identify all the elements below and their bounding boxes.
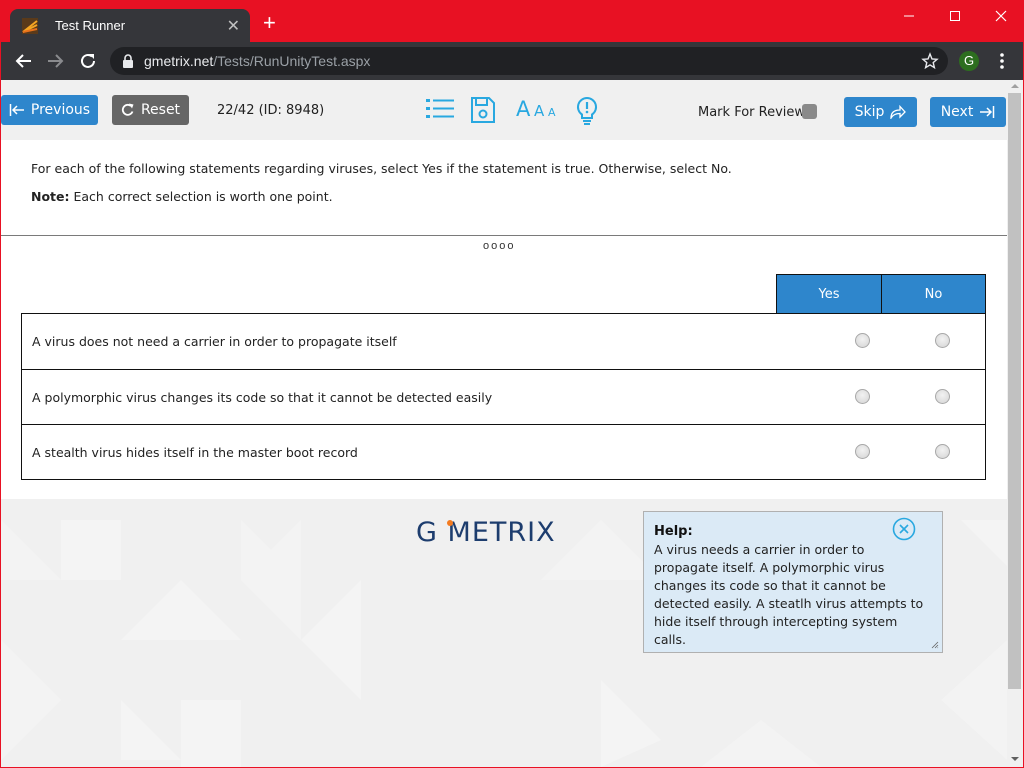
previous-button[interactable]: Previous xyxy=(1,95,98,125)
reset-label: Reset xyxy=(140,102,181,118)
question-list-icon[interactable] xyxy=(425,96,455,122)
next-label: Next xyxy=(940,104,974,120)
more-menu-icon[interactable] xyxy=(994,52,1010,70)
tab-test-runner[interactable]: Test Runner ✕ xyxy=(10,9,250,42)
statement-row: A virus does not need a carrier in order… xyxy=(22,314,985,369)
question-panel: For each of the following statements reg… xyxy=(1,140,1007,499)
gmetrix-favicon-icon xyxy=(22,18,38,34)
scroll-up-arrow-icon[interactable] xyxy=(1011,84,1019,88)
address-bar[interactable]: gmetrix.net/Tests/RunUnityTest.aspx xyxy=(110,47,948,75)
test-toolbar: Previous Reset 22/42 (ID: 8948) A A A Ma… xyxy=(1,80,1007,140)
tab-title: Test Runner xyxy=(55,18,126,33)
content-divider xyxy=(1,235,1007,236)
logo-dot xyxy=(447,520,453,526)
column-header-yes: Yes xyxy=(776,274,882,314)
previous-arrow-icon xyxy=(9,104,24,116)
pager-dots: oooo xyxy=(483,240,516,252)
save-icon[interactable] xyxy=(470,96,496,124)
resize-handle-icon[interactable] xyxy=(931,641,939,649)
reset-button[interactable]: Reset xyxy=(112,95,189,125)
radio-no[interactable] xyxy=(935,444,950,459)
mark-for-review-checkbox[interactable] xyxy=(802,104,817,119)
scroll-thumb[interactable] xyxy=(1008,93,1021,689)
scroll-down-arrow-icon[interactable] xyxy=(1011,757,1019,761)
new-tab-button[interactable]: + xyxy=(263,12,276,34)
forward-arrow-icon[interactable] xyxy=(44,50,66,72)
help-close-icon[interactable] xyxy=(892,517,916,541)
statement-text: A stealth virus hides itself in the mast… xyxy=(32,445,358,460)
mark-for-review-label: Mark For Review xyxy=(698,105,806,120)
minimize-icon xyxy=(904,15,914,17)
profile-avatar[interactable]: G xyxy=(959,51,979,71)
browser-toolbar: gmetrix.net/Tests/RunUnityTest.aspx G xyxy=(1,42,1023,80)
radio-yes[interactable] xyxy=(855,444,870,459)
radio-no[interactable] xyxy=(935,389,950,404)
previous-label: Previous xyxy=(30,102,91,118)
reload-icon[interactable] xyxy=(77,50,99,72)
svg-text:A: A xyxy=(516,97,531,120)
tab-close-icon[interactable]: ✕ xyxy=(227,16,240,36)
column-header-no: No xyxy=(881,274,986,314)
radio-yes[interactable] xyxy=(855,389,870,404)
statement-table: A virus does not need a carrier in order… xyxy=(21,313,986,480)
font-size-icon[interactable]: A A A xyxy=(516,96,560,120)
next-arrow-icon xyxy=(980,106,995,118)
help-title: Help: xyxy=(654,524,693,539)
close-icon xyxy=(995,10,1007,22)
gmetrix-logo: G METRIX xyxy=(416,517,556,548)
logo-text: METRIX xyxy=(447,517,556,548)
browser-window: Test Runner ✕ + gmetrix.net/Tests/RunUni… xyxy=(0,0,1024,768)
skip-label: Skip xyxy=(854,104,885,120)
radio-yes[interactable] xyxy=(855,333,870,348)
bookmark-star-icon[interactable] xyxy=(921,52,939,70)
next-button[interactable]: Next xyxy=(930,97,1006,127)
svg-text:A: A xyxy=(548,106,556,119)
tab-strip: Test Runner ✕ + xyxy=(1,0,1023,42)
statement-row: A stealth virus hides itself in the mast… xyxy=(22,424,985,479)
note-label: Note: xyxy=(31,189,70,204)
statement-text: A polymorphic virus changes its code so … xyxy=(32,390,493,405)
hint-lightbulb-icon[interactable] xyxy=(575,96,599,126)
help-text: A virus needs a carrier in order to prop… xyxy=(654,542,924,647)
question-prompt: For each of the following statements reg… xyxy=(31,161,732,176)
lock-icon xyxy=(123,54,133,68)
maximize-button[interactable] xyxy=(932,5,978,27)
radio-no[interactable] xyxy=(935,333,950,348)
skip-button[interactable]: Skip xyxy=(844,97,917,127)
back-arrow-icon[interactable] xyxy=(13,50,35,72)
svg-text:A: A xyxy=(534,102,545,120)
page-content: Previous Reset 22/42 (ID: 8948) A A A Ma… xyxy=(1,80,1007,767)
minimize-button[interactable] xyxy=(886,5,932,27)
logo-g: G xyxy=(416,517,438,548)
page-scrollbar[interactable] xyxy=(1007,80,1023,767)
maximize-icon xyxy=(950,11,960,21)
close-window-button[interactable] xyxy=(978,5,1024,27)
question-counter: 22/42 (ID: 8948) xyxy=(217,103,325,118)
help-panel: Help: A virus needs a carrier in order t… xyxy=(643,511,943,653)
skip-arrow-icon xyxy=(890,105,907,119)
statement-row: A polymorphic virus changes its code so … xyxy=(22,369,985,424)
question-note: Note: Each correct selection is worth on… xyxy=(31,189,333,204)
note-text: Each correct selection is worth one poin… xyxy=(69,189,333,204)
url-text[interactable]: gmetrix.net/Tests/RunUnityTest.aspx xyxy=(144,53,370,69)
reset-icon xyxy=(121,103,134,116)
statement-text: A virus does not need a carrier in order… xyxy=(32,334,397,349)
